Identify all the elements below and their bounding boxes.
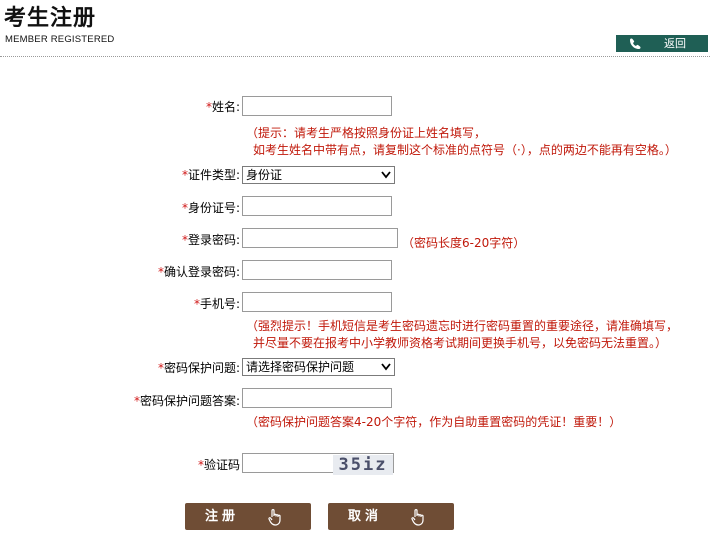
confirm-password-label: *确认登录密码:: [157, 265, 240, 279]
chevron-down-icon: [381, 363, 391, 371]
security-question-select[interactable]: 请选择密码保护问题: [242, 358, 395, 376]
cancel-button[interactable]: 取消: [328, 503, 454, 530]
security-question-label: *密码保护问题:: [157, 361, 240, 375]
captcha-image[interactable]: 35iz: [333, 455, 393, 475]
phone-hint-line1: （强烈提示！手机短信是考生密码遗忘时进行密码重置的重要途径，请准确填写，: [246, 319, 679, 333]
password-hint: （密码长度6-20字符）: [402, 236, 526, 250]
id-type-label: *证件类型:: [181, 168, 240, 182]
back-label: 返回: [664, 37, 686, 50]
name-hint-line1: （提示：请考生严格按照身份证上姓名填写，: [246, 126, 487, 140]
security-answer-hint: （密码保护问题答案4-20个字符，作为自助重置密码的凭证！重要！）: [246, 415, 622, 429]
cancel-label: 取消: [348, 509, 383, 524]
id-type-selected: 身份证: [246, 168, 283, 182]
hand-pointer-icon: [411, 509, 424, 526]
captcha-label: *验证码: [197, 458, 240, 472]
phone-hint-line2: 并尽量不要在报考中小学教师资格考试期间更换手机号，以免密码无法重置。）: [253, 336, 668, 350]
back-button[interactable]: 返回: [616, 35, 708, 52]
hand-pointer-icon: [268, 509, 281, 526]
page-subtitle: MEMBER REGISTERED: [5, 34, 115, 45]
id-number-label: *身份证号:: [181, 201, 240, 215]
register-label: 注册: [205, 509, 240, 524]
password-input[interactable]: [242, 228, 398, 248]
page-title: 考生注册: [4, 6, 97, 31]
name-hint-line2: 如考生姓名中带有点，请复制这个标准的点符号（·），点的两边不能再有空格。）: [253, 143, 677, 157]
header-divider: [0, 56, 710, 57]
phone-label: *手机号:: [193, 297, 240, 311]
security-question-selected: 请选择密码保护问题: [246, 360, 355, 374]
name-label: *姓名:: [205, 100, 240, 114]
security-answer-input[interactable]: [242, 388, 392, 408]
confirm-password-input[interactable]: [242, 260, 392, 280]
id-type-select[interactable]: 身份证: [242, 166, 395, 184]
phone-back-icon: [630, 38, 641, 49]
id-number-input[interactable]: [242, 196, 392, 216]
password-label: *登录密码:: [181, 233, 240, 247]
security-answer-label: *密码保护问题答案:: [133, 394, 240, 408]
name-input[interactable]: [242, 96, 392, 116]
register-button[interactable]: 注册: [185, 503, 311, 530]
phone-input[interactable]: [242, 292, 392, 312]
chevron-down-icon: [381, 171, 391, 179]
